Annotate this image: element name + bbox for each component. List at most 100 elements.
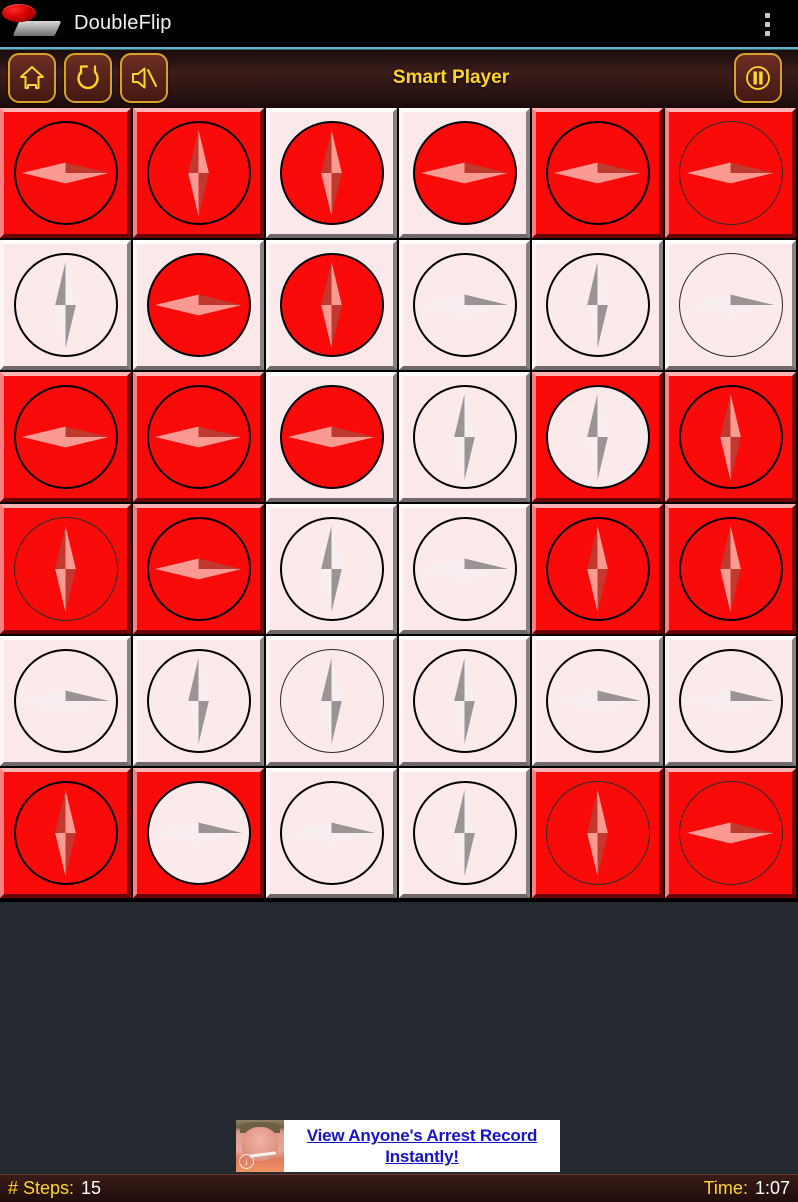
ad-banner[interactable]: i View Anyone's Arrest Record Instantly!	[236, 1120, 560, 1172]
needle-vertical-icon	[403, 376, 526, 498]
board-tile-r3c1[interactable]	[0, 372, 131, 502]
pause-button[interactable]	[734, 52, 782, 103]
steps-counter: # Steps: 15	[8, 1178, 101, 1199]
app-title: DoubleFlip	[74, 12, 172, 34]
needle-horizontal-icon	[669, 244, 792, 366]
ad-link-text[interactable]: View Anyone's Arrest Record Instantly!	[284, 1125, 560, 1167]
home-button[interactable]	[8, 52, 56, 103]
steps-label: # Steps:	[8, 1178, 75, 1198]
needle-horizontal-icon	[137, 376, 260, 498]
board-tile-r5c2[interactable]	[133, 636, 264, 766]
board-tile-r4c4[interactable]	[399, 504, 530, 634]
needle-vertical-icon	[403, 640, 526, 762]
doubleflip-logo-icon	[2, 3, 62, 39]
board-tile-r1c1[interactable]	[0, 108, 131, 238]
pause-icon	[742, 62, 774, 94]
board-tile-r4c5[interactable]	[532, 504, 663, 634]
needle-vertical-icon	[4, 508, 127, 630]
time-counter: Time: 1:07	[704, 1178, 790, 1199]
needle-horizontal-icon	[403, 112, 526, 234]
home-icon	[17, 63, 47, 93]
time-label: Time:	[703, 1178, 748, 1198]
board-tile-r1c2[interactable]	[133, 108, 264, 238]
board-tile-r2c5[interactable]	[532, 240, 663, 370]
needle-horizontal-icon	[137, 244, 260, 366]
time-value: 1:07	[754, 1178, 790, 1198]
board-tile-r5c3[interactable]	[266, 636, 397, 766]
needle-horizontal-icon	[669, 640, 792, 762]
needle-vertical-icon	[4, 772, 127, 894]
ad-line-2: Instantly!	[385, 1147, 459, 1166]
board-tile-r1c6[interactable]	[665, 108, 796, 238]
game-toolbar: Smart Player	[0, 47, 798, 108]
board-tile-r6c4[interactable]	[399, 768, 530, 898]
restart-button[interactable]	[64, 52, 112, 103]
steps-value: 15	[81, 1178, 102, 1198]
board-tile-r2c4[interactable]	[399, 240, 530, 370]
needle-horizontal-icon	[4, 376, 127, 498]
board-tile-r5c6[interactable]	[665, 636, 796, 766]
board-tile-r5c1[interactable]	[0, 636, 131, 766]
board-tile-r5c5[interactable]	[532, 636, 663, 766]
board-tile-r3c5[interactable]	[532, 372, 663, 502]
android-title-bar: DoubleFlip	[0, 0, 798, 47]
needle-horizontal-icon	[536, 640, 659, 762]
board-tile-r5c4[interactable]	[399, 636, 530, 766]
mute-button[interactable]	[120, 52, 168, 103]
needle-horizontal-icon	[270, 376, 393, 498]
needle-horizontal-icon	[137, 508, 260, 630]
board-tile-r4c1[interactable]	[0, 504, 131, 634]
needle-vertical-icon	[669, 376, 792, 498]
board-tile-r1c3[interactable]	[266, 108, 397, 238]
board-tile-r6c6[interactable]	[665, 768, 796, 898]
page-title: Smart Player	[392, 66, 510, 88]
board-tile-r3c4[interactable]	[399, 372, 530, 502]
ad-info-badge[interactable]: i	[239, 1154, 254, 1169]
needle-horizontal-icon	[669, 112, 792, 234]
ad-line-1: View Anyone's Arrest Record	[306, 1126, 538, 1145]
needle-vertical-icon	[403, 772, 526, 894]
board-tile-r3c6[interactable]	[665, 372, 796, 502]
needle-vertical-icon	[137, 112, 260, 234]
status-bar: # Steps: 15 Time: 1:07	[0, 1174, 798, 1202]
board-tile-r2c2[interactable]	[133, 240, 264, 370]
needle-horizontal-icon	[137, 772, 260, 894]
board-tile-r6c5[interactable]	[532, 768, 663, 898]
ad-thumbnail-image: i	[236, 1120, 284, 1172]
needle-vertical-icon	[270, 508, 393, 630]
board-tile-r2c3[interactable]	[266, 240, 397, 370]
needle-vertical-icon	[536, 508, 659, 630]
refresh-icon	[73, 63, 103, 93]
needle-horizontal-icon	[4, 640, 127, 762]
game-screen: DoubleFlip Smart Player i View Anyone's …	[0, 0, 798, 1202]
needle-vertical-icon	[536, 376, 659, 498]
needle-vertical-icon	[4, 244, 127, 366]
needle-vertical-icon	[270, 112, 393, 234]
board-tile-r4c3[interactable]	[266, 504, 397, 634]
board-tile-r2c6[interactable]	[665, 240, 796, 370]
board-tile-r4c2[interactable]	[133, 504, 264, 634]
needle-vertical-icon	[536, 772, 659, 894]
board-tile-r6c2[interactable]	[133, 768, 264, 898]
game-board[interactable]	[0, 108, 798, 902]
board-tile-r1c4[interactable]	[399, 108, 530, 238]
speaker-muted-icon	[129, 63, 159, 93]
board-tile-r3c3[interactable]	[266, 372, 397, 502]
overflow-menu-icon[interactable]	[756, 8, 778, 40]
needle-vertical-icon	[137, 640, 260, 762]
board-tile-r2c1[interactable]	[0, 240, 131, 370]
needle-horizontal-icon	[270, 772, 393, 894]
board-tile-r3c2[interactable]	[133, 372, 264, 502]
needle-vertical-icon	[270, 244, 393, 366]
needle-horizontal-icon	[403, 508, 526, 630]
board-tile-r4c6[interactable]	[665, 504, 796, 634]
needle-horizontal-icon	[4, 112, 127, 234]
needle-horizontal-icon	[536, 112, 659, 234]
board-tile-r1c5[interactable]	[532, 108, 663, 238]
board-tile-r6c3[interactable]	[266, 768, 397, 898]
needle-horizontal-icon	[669, 772, 792, 894]
board-tile-r6c1[interactable]	[0, 768, 131, 898]
needle-vertical-icon	[669, 508, 792, 630]
needle-vertical-icon	[270, 640, 393, 762]
needle-horizontal-icon	[403, 244, 526, 366]
